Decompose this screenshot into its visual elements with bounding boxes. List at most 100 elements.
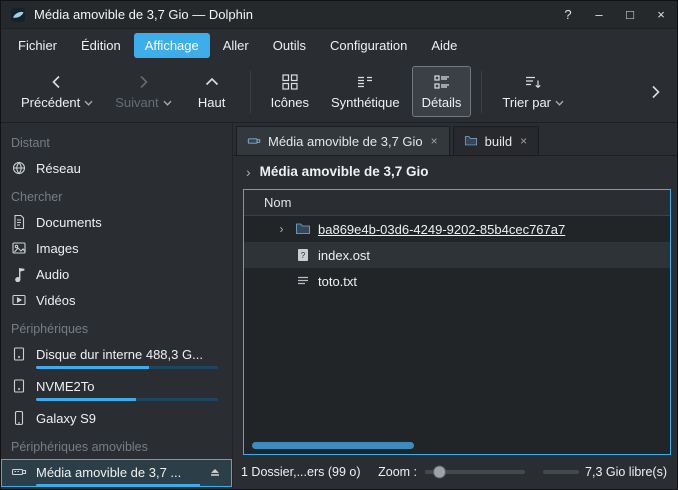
- toolbar: Précédent Suivant Haut Icônes Synthétiq: [1, 61, 677, 123]
- sort-by-label: Trier par: [502, 95, 551, 110]
- sidebar-item-disque-dur-interne[interactable]: Disque dur interne 488,3 G...: [1, 341, 232, 369]
- up-button[interactable]: Haut: [184, 66, 240, 117]
- sidebar-item-label: Documents: [36, 215, 102, 230]
- drive-icon: [247, 134, 261, 148]
- back-label: Précédent: [21, 95, 80, 110]
- file-row-index-ost[interactable]: ? index.ost: [244, 242, 670, 268]
- column-header-label: Nom: [264, 195, 291, 210]
- icons-view-button[interactable]: Icônes: [261, 66, 319, 117]
- expander-icon[interactable]: ›: [275, 223, 288, 235]
- toolbar-overflow-icon[interactable]: [643, 80, 667, 104]
- menu-edition[interactable]: Édition: [70, 33, 132, 58]
- menu-configuration[interactable]: Configuration: [319, 33, 418, 58]
- main-area: Média amovible de 3,7 Gio × build × › Mé…: [233, 123, 677, 489]
- up-label: Haut: [198, 95, 225, 110]
- section-header-distant: Distant: [1, 127, 232, 155]
- menu-aide[interactable]: Aide: [420, 33, 468, 58]
- section-header-chercher: Chercher: [1, 181, 232, 209]
- tab-label: Média amovible de 3,7 Gio: [268, 134, 423, 149]
- toolbar-separator: [481, 71, 482, 113]
- network-icon: [11, 160, 27, 176]
- zoom-slider[interactable]: [425, 470, 525, 474]
- videos-icon: [11, 292, 27, 308]
- sidebar-item-reseau[interactable]: Réseau: [1, 155, 232, 180]
- up-icon: [204, 73, 220, 91]
- menu-affichage[interactable]: Affichage: [134, 33, 210, 58]
- forward-icon: [135, 73, 151, 91]
- chevron-down-icon: [84, 100, 93, 106]
- details-view-label: Détails: [422, 95, 462, 110]
- tab-close-icon[interactable]: ×: [430, 135, 439, 147]
- sidebar-item-videos[interactable]: Vidéos: [1, 287, 232, 312]
- file-name: ba869e4b-03d6-4249-9202-85b4cec767a7: [318, 222, 565, 237]
- dolphin-app-icon[interactable]: [10, 7, 26, 23]
- file-name: index.ost: [318, 248, 370, 263]
- zoom-label: Zoom :: [378, 465, 417, 479]
- sort-by-button[interactable]: Trier par: [492, 66, 574, 117]
- sidebar-item-label: Images: [36, 241, 79, 256]
- app-body: Distant Réseau Chercher Documents Images: [1, 123, 677, 489]
- free-space-bar: [543, 470, 579, 474]
- sidebar-item-audio[interactable]: Audio: [1, 261, 232, 286]
- statusbar: 1 Dossier,...ers (99 o) Zoom : 7,3 Gio l…: [233, 455, 677, 489]
- sidebar-item-media-amovible[interactable]: Média amovible de 3,7 ...: [1, 459, 232, 487]
- tab-close-icon[interactable]: ×: [519, 135, 528, 147]
- file-row-folder[interactable]: › ba869e4b-03d6-4249-9202-85b4cec767a7: [244, 216, 670, 242]
- phone-icon: [11, 410, 27, 426]
- maximize-icon[interactable]: □: [623, 7, 637, 22]
- tab-media-amovible[interactable]: Média amovible de 3,7 Gio ×: [236, 126, 450, 155]
- forward-button[interactable]: Suivant: [105, 66, 181, 117]
- icons-view-label: Icônes: [271, 95, 309, 110]
- help-icon[interactable]: ?: [561, 7, 575, 22]
- titlebar[interactable]: Média amovible de 3,7 Gio — Dolphin ? – …: [1, 1, 677, 29]
- sidebar-item-documents[interactable]: Documents: [1, 209, 232, 234]
- menubar: Fichier Édition Affichage Aller Outils C…: [1, 29, 677, 61]
- capacity-bar: [36, 398, 218, 401]
- menu-fichier[interactable]: Fichier: [7, 33, 68, 58]
- chevron-down-icon: [163, 100, 172, 106]
- sort-icon: [524, 73, 542, 91]
- sidebar-item-label: Média amovible de 3,7 ...: [36, 465, 181, 480]
- details-view-button[interactable]: Détails: [412, 66, 472, 117]
- breadcrumb-current[interactable]: Média amovible de 3,7 Gio: [260, 164, 429, 179]
- file-row-toto-txt[interactable]: toto.txt: [244, 268, 670, 294]
- compact-view-button[interactable]: Synthétique: [321, 66, 410, 117]
- tab-label: build: [485, 134, 512, 149]
- back-button[interactable]: Précédent: [11, 66, 103, 117]
- harddisk-icon: [11, 378, 27, 394]
- capacity-bar: [36, 484, 218, 487]
- images-icon: [11, 240, 27, 256]
- sidebar-item-nvme2to[interactable]: NVME2To: [1, 373, 232, 401]
- window-controls: ? – □ ×: [561, 7, 668, 22]
- eject-icon[interactable]: [208, 465, 222, 479]
- sidebar-item-label: Galaxy S9: [36, 411, 96, 426]
- compact-view-label: Synthétique: [331, 95, 400, 110]
- horizontal-scrollbar[interactable]: [252, 442, 414, 449]
- audio-icon: [11, 266, 27, 282]
- file-view[interactable]: Nom › ba869e4b-03d6-4249-9202-85b4cec767…: [243, 189, 671, 455]
- close-icon[interactable]: ×: [654, 7, 668, 22]
- folder-icon: [295, 221, 311, 237]
- file-name: toto.txt: [318, 274, 357, 289]
- sidebar-item-galaxy-s9[interactable]: Galaxy S9: [1, 405, 232, 430]
- tab-build[interactable]: build ×: [453, 126, 539, 155]
- zoom-slider-knob[interactable]: [433, 466, 446, 479]
- chevron-down-icon: [555, 100, 564, 106]
- dolphin-window: Média amovible de 3,7 Gio — Dolphin ? – …: [0, 0, 678, 490]
- minimize-icon[interactable]: –: [592, 7, 606, 22]
- section-header-peripheriques-amovibles: Périphériques amovibles: [1, 431, 232, 459]
- menu-outils[interactable]: Outils: [262, 33, 317, 58]
- forward-label: Suivant: [115, 95, 158, 110]
- file-rows: › ba869e4b-03d6-4249-9202-85b4cec767a7 ?…: [244, 216, 670, 454]
- tab-bar: Média amovible de 3,7 Gio × build ×: [233, 123, 677, 156]
- toolbar-separator: [250, 71, 251, 113]
- sidebar-item-label: Réseau: [36, 161, 81, 176]
- column-header-nom[interactable]: Nom: [244, 190, 670, 216]
- menu-aller[interactable]: Aller: [212, 33, 260, 58]
- usb-icon: [11, 464, 27, 480]
- compact-view-icon: [356, 73, 374, 91]
- sidebar-item-label: Disque dur interne 488,3 G...: [36, 347, 203, 362]
- sidebar-item-images[interactable]: Images: [1, 235, 232, 260]
- icons-view-icon: [281, 73, 299, 91]
- breadcrumb-chevron-icon[interactable]: ›: [246, 164, 251, 180]
